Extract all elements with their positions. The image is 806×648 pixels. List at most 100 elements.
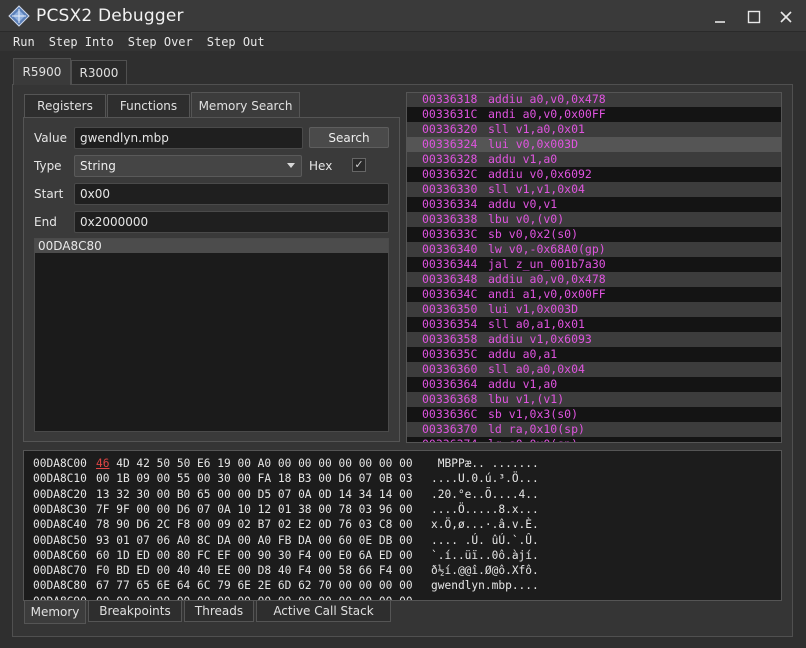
disasm-line[interactable]: 0033634C andi a1,v0,0x00FF [407,287,781,302]
memory-bytes: 13 32 30 00 B0 65 00 00 D5 07 0A 0D 14 3… [96,487,413,502]
disasm-line[interactable]: 00336364 addu v1,a0 [407,377,781,392]
close-icon[interactable] [775,6,797,28]
memory-view[interactable]: 00DA8C00 46 4D 42 50 50 E6 19 00 A0 00 00… [23,450,782,601]
pcsx2-logo-icon [8,4,30,27]
search-results-list[interactable]: 00DA8C80 [34,238,389,432]
search-button[interactable]: Search [309,127,389,148]
start-label: Start [34,187,64,201]
disasm-line[interactable]: 0033636C sb v1,0x3(s0) [407,407,781,422]
disasm-line[interactable]: 00336368 lbu v1,(v1) [407,392,781,407]
disasm-line[interactable]: 00336330 sll v1,v1,0x04 [407,182,781,197]
menu-run[interactable]: Run [6,35,42,49]
end-label: End [34,215,57,229]
disasm-address: 00336360 [422,362,478,376]
disasm-instruction: addu v1,a0 [488,377,558,391]
memory-ascii: `.í..üï..0ô.àjí. [431,548,539,562]
disasm-instruction: sll v1,a0,0x01 [488,122,585,136]
disasm-line[interactable]: 00336328 addu v1,a0 [407,152,781,167]
chevron-down-icon [287,163,295,168]
disasm-line[interactable]: 00336318 addiu a0,v0,0x478 [407,93,781,107]
memory-ascii: MBPPæ.. ....... [431,457,539,470]
disasm-instruction: addiu a0,v0,0x478 [488,272,606,286]
disasm-address: 00336374 [422,437,477,442]
memory-bytes: 67 77 65 6E 64 6C 79 6E 2E 6D 62 70 00 0… [96,578,413,593]
menu-step-out[interactable]: Step Out [200,35,272,49]
disasm-line[interactable]: 0033631C andi a0,v0,0x00FF [407,107,781,122]
memory-address: 00DA8C80 [33,579,87,593]
type-label: Type [34,159,62,173]
tab-registers[interactable]: Registers [24,94,106,117]
memory-bytes: 93 01 07 06 A0 8C DA 00 A0 FB DA 00 60 0… [96,533,413,548]
memory-ascii: gwendlyn.mbp.... [431,579,539,593]
disasm-address: 0033632C [422,167,478,181]
disasm-line[interactable]: 00336358 addiu v1,0x6093 [407,332,781,347]
memory-address: 00DA8C60 [33,548,87,562]
disasm-line[interactable]: 00336324 lui v0,0x003D [407,137,781,152]
disasm-instruction: addu v1,a0 [488,152,558,166]
memory-bytes: 78 90 D6 2C F8 00 09 02 B7 02 E2 0D 76 0… [96,517,413,532]
disasm-instruction: addiu v1,0x6093 [488,332,592,346]
disasm-line[interactable]: 00336370 ld ra,0x10(sp) [407,422,781,437]
disasm-line[interactable]: 00336350 lui v1,0x003D [407,302,781,317]
disasm-line[interactable]: 00336348 addiu a0,v0,0x478 [407,272,781,287]
disasm-line[interactable]: 00336374 lq s0,0x0(sp) [407,437,781,442]
tab-active-call-stack[interactable]: Active Call Stack [256,601,391,622]
tab-functions[interactable]: Functions [107,94,190,117]
tab-memory[interactable]: Memory [24,601,86,624]
disasm-line[interactable]: 0033635C addu a0,a1 [407,347,781,362]
disasm-line[interactable]: 0033632C addiu v0,0x6092 [407,167,781,182]
disasm-address: 00336340 [422,242,478,256]
tab-memory-search[interactable]: Memory Search [191,92,300,118]
disasm-line[interactable]: 00336340 lw v0,-0x68A0(gp) [407,242,781,257]
memory-address: 00DA8C50 [33,533,87,547]
disasm-line[interactable]: 0033633C sb v0,0x2(s0) [407,227,781,242]
disasm-address: 0033631C [422,107,478,121]
disasm-line[interactable]: 00336334 addu v0,v1 [407,197,781,212]
disasm-instruction: lbu v0,(v0) [488,212,565,226]
disasm-address: 0033636C [422,407,478,421]
memory-address: 00DA8C90 [33,594,87,600]
selected-byte[interactable]: 46 [96,457,109,470]
tab-breakpoints[interactable]: Breakpoints [88,601,182,622]
disasm-instruction: sll a0,a1,0x01 [488,317,585,331]
end-input[interactable]: 0x2000000 [74,211,389,233]
type-select[interactable]: String [74,155,302,177]
disasm-address: 00336328 [422,152,478,166]
disasm-instruction: ld ra,0x10(sp) [488,422,585,436]
disasm-line[interactable]: 00336360 sll a0,a0,0x04 [407,362,781,377]
byte-values: 7F 9F 00 00 D6 07 0A 10 12 01 38 00 78 0… [96,502,413,516]
disasm-instruction: andi a1,v0,0x00FF [488,287,606,301]
disassembly-view[interactable]: 00336318 addiu a0,v0,0x478 0033631C andi a0… [406,92,782,443]
menu-step-over[interactable]: Step Over [121,35,200,49]
list-item[interactable]: 00DA8C80 [35,239,388,253]
disasm-address: 00336324 [422,137,478,151]
disasm-address: 00336338 [422,212,478,226]
tab-threads[interactable]: Threads [184,601,254,622]
disasm-instruction: lbu v1,(v1) [488,392,565,406]
window-title: PCSX2 Debugger [36,5,184,26]
disasm-address: 00336350 [422,302,478,316]
memory-bytes: 46 4D 42 50 50 E6 19 00 A0 00 00 00 00 0… [96,456,413,471]
start-input[interactable]: 0x00 [74,183,389,205]
disasm-address: 00336354 [422,317,478,331]
hex-checkbox[interactable]: ✓ [352,158,366,172]
disasm-address: 0033634C [422,287,478,301]
maximize-icon[interactable] [743,6,765,28]
disasm-address: 00336364 [422,377,478,391]
disasm-line[interactable]: 00336344 jal z_un_001b7a30 [407,257,781,272]
memory-ascii: ....Ö.....8.x... [431,502,539,516]
disasm-instruction: lq s0,0x0(sp) [488,437,578,442]
disasm-address: 00336330 [422,182,478,196]
disasm-instruction: addiu v0,0x6092 [488,167,592,181]
disasm-line[interactable]: 00336354 sll a0,a1,0x01 [407,317,781,332]
tab-r5900[interactable]: R5900 [13,58,71,85]
disasm-line[interactable]: 00336320 sll v1,a0,0x01 [407,122,781,137]
disasm-address: 0033633C [422,227,478,241]
menu-step-into[interactable]: Step Into [42,35,121,49]
disasm-line[interactable]: 00336338 lbu v0,(v0) [407,212,781,227]
tab-r3000[interactable]: R3000 [71,60,127,84]
memory-bytes: 60 1D ED 00 80 FC EF 00 90 30 F4 00 E0 6… [96,548,413,563]
disasm-instruction: sb v1,0x3(s0) [488,407,579,421]
minimize-icon[interactable] [709,6,731,28]
value-input[interactable]: gwendlyn.mbp [74,127,303,149]
